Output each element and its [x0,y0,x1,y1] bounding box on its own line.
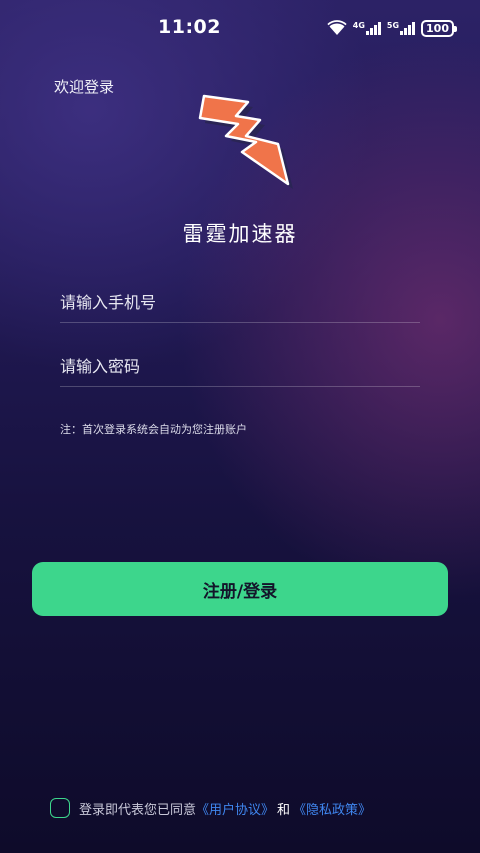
registration-note: 注：首次登录系统会自动为您注册账户 [60,423,247,436]
phone-field [60,283,420,323]
status-bar: 11:02 4G 5G 100 [0,0,480,56]
password-input[interactable] [60,347,420,386]
network-4g-signal: 4G [353,21,381,35]
status-icons: 4G 5G 100 [327,18,457,38]
battery-level: 100 [426,21,449,35]
user-agreement-link[interactable]: 《用户协议》 [196,799,274,818]
battery-icon: 100 [421,19,457,37]
app-name: 雷霆加速器 [182,222,298,246]
register-login-button[interactable]: 注册/登录 [32,562,448,616]
lightning-bolt-icon [198,94,293,189]
wifi-icon [327,20,347,35]
signal-bars-icon [400,21,416,35]
password-field [60,347,420,387]
phone-input[interactable] [60,283,420,322]
network-4g-label: 4G [352,21,365,30]
agreement-prefix: 登录即代表您已同意 [79,802,197,818]
privacy-policy-link[interactable]: 《隐私政策》 [293,799,371,818]
signal-bars-icon [365,21,381,35]
agreement-conjunction: 和 [277,802,291,818]
status-time: 11:02 [158,16,221,38]
agreement-row: 登录即代表您已同意 《用户协议》 和 《隐私政策》 [50,797,371,819]
welcome-title: 欢迎登录 [54,78,115,96]
network-5g-label: 5G [386,21,400,30]
network-5g-signal: 5G [386,21,416,35]
agreement-checkbox[interactable] [50,798,70,818]
